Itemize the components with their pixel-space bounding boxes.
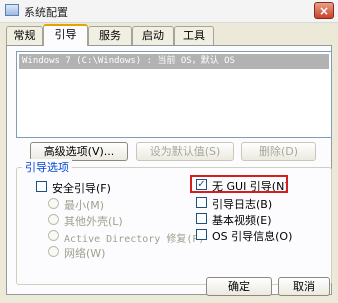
tab-startup[interactable]: 启动	[132, 26, 174, 45]
safe-network-label: 网络(W)	[64, 247, 106, 260]
safe-ad-repair-radio[interactable]	[48, 230, 59, 241]
safe-network-radio[interactable]	[48, 246, 59, 257]
set-default-button[interactable]: 设为默认值(S)	[136, 142, 234, 161]
ok-button[interactable]: 确定	[206, 277, 272, 296]
os-boot-info-label: OS 引导信息(O)	[212, 230, 293, 243]
safe-alternate-shell-label: 其他外壳(L)	[64, 215, 123, 228]
system-config-icon	[5, 4, 19, 16]
safe-boot-checkbox[interactable]	[36, 181, 47, 192]
boot-log-checkbox[interactable]	[196, 197, 207, 208]
boot-os-entry[interactable]: Windows 7 (C:\Windows) : 当前 OS，默认 OS	[19, 54, 329, 69]
cancel-button[interactable]: 取消	[278, 277, 330, 296]
tab-tools[interactable]: 工具	[174, 26, 214, 45]
boot-os-list[interactable]: Windows 7 (C:\Windows) : 当前 OS，默认 OS	[16, 51, 332, 138]
tab-boot[interactable]: 引导	[43, 24, 88, 46]
boot-log-label: 引导日志(B)	[212, 198, 273, 211]
safe-minimal-radio[interactable]	[48, 198, 59, 209]
title-bar: 系统配置 ×	[0, 0, 338, 23]
no-gui-highlight-box	[190, 175, 288, 193]
os-boot-info-checkbox[interactable]	[196, 229, 207, 240]
window-title: 系统配置	[24, 6, 68, 19]
close-button[interactable]: ×	[314, 2, 334, 19]
base-video-checkbox[interactable]	[196, 213, 207, 224]
safe-alternate-shell-radio[interactable]	[48, 214, 59, 225]
tab-general[interactable]: 常规	[6, 26, 43, 45]
delete-button[interactable]: 删除(D)	[241, 142, 316, 161]
base-video-label: 基本视频(E)	[212, 214, 272, 227]
safe-boot-label: 安全引导(F)	[52, 182, 111, 195]
safe-ad-repair-label: Active Directory 修复(P)	[64, 234, 205, 245]
tab-services[interactable]: 服务	[88, 26, 132, 45]
safe-minimal-label: 最小(M)	[64, 199, 105, 212]
boot-options-title: 引导选项	[22, 159, 72, 175]
